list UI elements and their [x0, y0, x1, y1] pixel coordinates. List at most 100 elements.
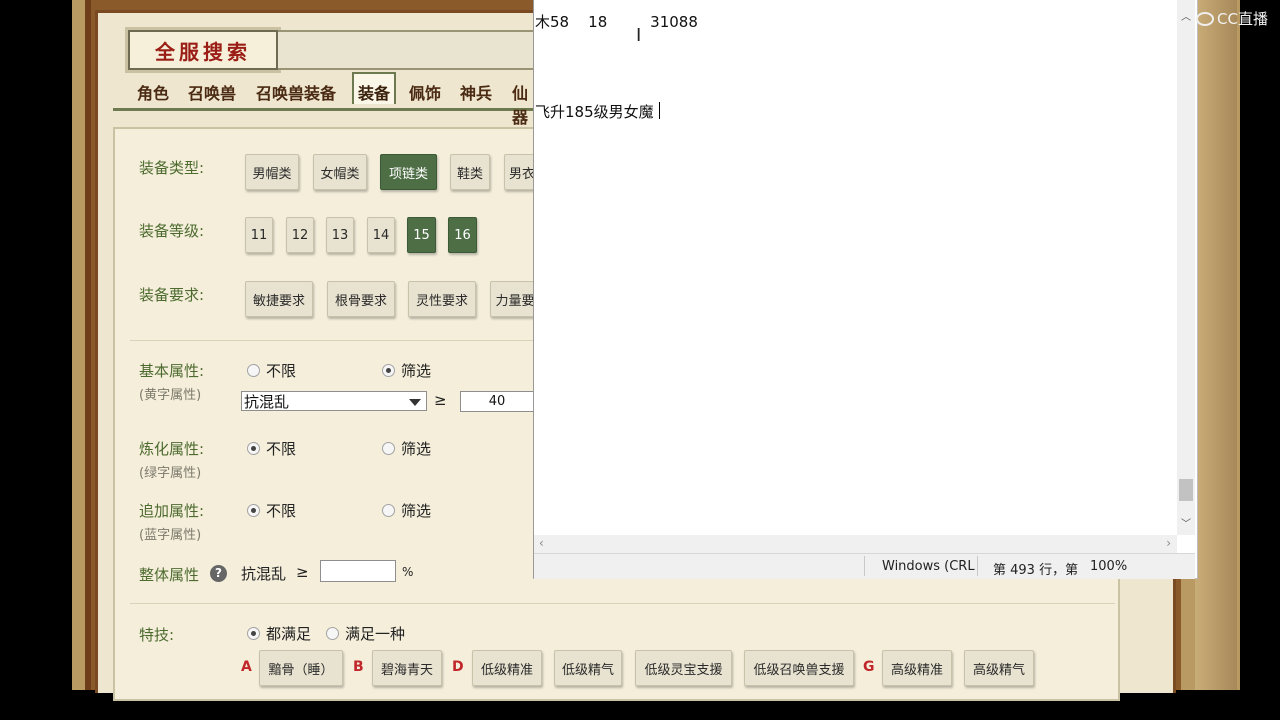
overall-attr-name: 抗混乱 [241, 565, 287, 583]
skill-button[interactable]: 低级精准 [472, 650, 542, 686]
notepad-line[interactable]: 飞升185级男女魔 [535, 101, 654, 122]
radio-selected-icon [382, 364, 395, 377]
extra-filter-radio[interactable]: 筛选 [382, 500, 431, 521]
status-separator [977, 556, 978, 576]
refine-filter-radio[interactable]: 筛选 [382, 438, 431, 459]
equip-level-13[interactable]: 13 [326, 217, 354, 253]
radio-icon [247, 364, 260, 377]
skill-button[interactable]: 低级灵宝支援 [635, 650, 732, 686]
basic-attr-sublabel: (黄字属性) [139, 388, 202, 403]
game-frame-border [1195, 0, 1237, 690]
equip-level-12[interactable]: 12 [286, 217, 314, 253]
req-constitution[interactable]: 根骨要求 [327, 281, 395, 317]
radio-selected-icon [247, 442, 260, 455]
gte-symbol: ≥ [296, 563, 309, 581]
skill-any-radio[interactable]: 满足一种 [326, 623, 405, 644]
req-spirit[interactable]: 灵性要求 [408, 281, 476, 317]
skill-group-letter-b: B [353, 659, 364, 675]
basic-filter-radio[interactable]: 筛选 [382, 360, 431, 381]
radio-label: 筛选 [401, 440, 432, 458]
tab-divine-weapon[interactable]: 神兵 [460, 80, 492, 104]
status-zoom: 100% [1090, 559, 1128, 574]
tab-bar: 角色 召唤兽 召唤兽装备 装备 佩饰 神兵 仙器 [113, 70, 538, 127]
skill-button[interactable]: 黯骨（睡） [259, 650, 343, 686]
equip-type-label: 装备类型: [139, 159, 205, 177]
tab-accessory[interactable]: 佩饰 [409, 80, 441, 104]
skill-button[interactable]: 碧海青天 [372, 650, 442, 686]
notepad-horizontal-scrollbar[interactable]: ‹ › [534, 535, 1177, 553]
skill-label: 特技: [139, 626, 175, 644]
watermark: CC直播 [1196, 8, 1268, 29]
equip-level-16[interactable]: 16 [448, 217, 477, 253]
extra-unlimited-radio[interactable]: 不限 [247, 500, 296, 521]
ibeam-cursor-icon: I [636, 27, 641, 45]
equip-level-label: 装备等级: [139, 222, 205, 240]
status-encoding: Windows (CRL [882, 559, 975, 574]
radio-icon [382, 442, 395, 455]
equip-req-label: 装备要求: [139, 286, 205, 304]
basic-attr-select[interactable]: 抗混乱 [241, 391, 427, 411]
equip-level-14[interactable]: 14 [367, 217, 395, 253]
watermark-text: CC直播 [1217, 10, 1268, 28]
divider [130, 340, 538, 341]
extra-attr-label: 追加属性: [139, 502, 205, 520]
help-icon[interactable]: ? [210, 565, 227, 582]
dropdown-arrow-icon [409, 399, 421, 406]
overall-value-input[interactable] [320, 560, 396, 582]
equip-type-male-hat[interactable]: 男帽类 [245, 154, 299, 190]
radio-label: 筛选 [401, 502, 432, 520]
skill-button[interactable]: 高级精准 [882, 650, 952, 686]
equip-level-15[interactable]: 15 [407, 217, 436, 253]
skill-group-letter-g: G [863, 659, 875, 675]
notepad-vertical-scrollbar[interactable]: ︿ ﹀ [1177, 0, 1195, 535]
cc-logo-icon [1196, 11, 1214, 26]
basic-unlimited-radio[interactable]: 不限 [247, 360, 296, 381]
skill-group-letter-d: D [452, 659, 464, 675]
notepad-status-bar: Windows (CRL 第 493 行，第 100% [534, 553, 1195, 579]
scroll-up-icon[interactable]: ︿ [1181, 8, 1191, 23]
radio-label: 都满足 [266, 625, 312, 643]
radio-icon [382, 504, 395, 517]
basic-value-input[interactable]: 40 [460, 391, 534, 412]
radio-label: 不限 [266, 362, 297, 380]
tab-role[interactable]: 角色 [137, 80, 169, 104]
radio-label: 不限 [266, 502, 297, 520]
extra-attr-sublabel: (蓝字属性) [139, 528, 202, 543]
tab-equip[interactable]: 装备 [352, 72, 397, 104]
status-separator [864, 556, 865, 576]
overall-attr-label: 整体属性 [139, 566, 200, 584]
status-position: 第 493 行，第 [993, 563, 1079, 578]
scroll-right-icon[interactable]: › [1166, 536, 1171, 550]
equip-type-shoes[interactable]: 鞋类 [450, 154, 490, 190]
scroll-left-icon[interactable]: ‹ [539, 536, 544, 550]
skill-all-radio[interactable]: 都满足 [247, 623, 311, 644]
scroll-down-icon[interactable]: ﹀ [1181, 515, 1191, 530]
tab-summon-equip[interactable]: 召唤兽装备 [256, 80, 336, 104]
refine-attr-sublabel: (绿字属性) [139, 466, 202, 481]
skill-button[interactable]: 低级精气 [554, 650, 622, 686]
radio-label: 筛选 [401, 362, 432, 380]
equip-type-female-hat[interactable]: 女帽类 [313, 154, 367, 190]
skill-button[interactable]: 高级精气 [964, 650, 1034, 686]
divider [130, 603, 1115, 604]
scrollbar-thumb[interactable] [1179, 479, 1193, 501]
equip-level-11[interactable]: 11 [245, 217, 273, 253]
tab-summon[interactable]: 召唤兽 [188, 80, 236, 104]
title-bar [278, 30, 538, 70]
text-caret [659, 102, 660, 119]
basic-attr-label: 基本属性: [139, 362, 205, 380]
panel-title-text: 全服搜索 [155, 39, 251, 64]
skill-button[interactable]: 低级召唤兽支援 [744, 650, 854, 686]
radio-label: 满足一种 [345, 625, 406, 643]
equip-type-necklace[interactable]: 项链类 [380, 154, 437, 190]
notepad-line[interactable]: 木58 18 31088 [535, 11, 698, 32]
percent-sign: % [402, 565, 414, 579]
refine-attr-label: 炼化属性: [139, 440, 205, 458]
radio-selected-icon [247, 627, 260, 640]
select-value: 抗混乱 [244, 393, 290, 411]
req-agility[interactable]: 敏捷要求 [245, 281, 313, 317]
screen: 全服搜索 角色 召唤兽 召唤兽装备 装备 佩饰 神兵 仙器 装备类型: 男帽类 … [0, 0, 1280, 720]
radio-label: 不限 [266, 440, 297, 458]
notepad-window[interactable] [533, 0, 1198, 579]
refine-unlimited-radio[interactable]: 不限 [247, 438, 296, 459]
